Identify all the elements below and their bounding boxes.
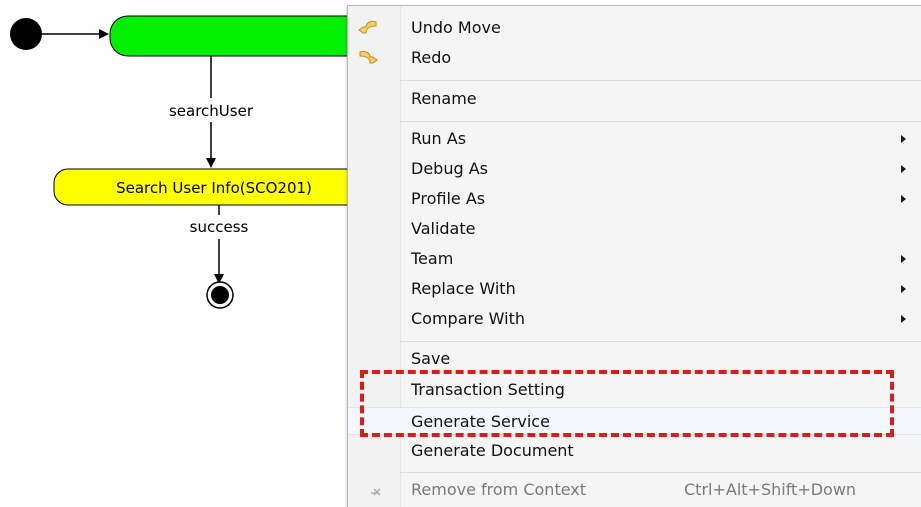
menu-item-replace-with[interactable]: Replace With	[348, 275, 921, 303]
menu-label-remove-from-context: Remove from Context	[411, 480, 587, 499]
submenu-arrow-icon	[901, 195, 906, 203]
submenu-arrow-icon	[901, 255, 906, 263]
menu-item-profile-as[interactable]: Profile As	[348, 185, 921, 213]
menu-label-redo: Redo	[411, 48, 452, 67]
menu-accelerator-remove-from-context: Ctrl+Alt+Shift+Down	[684, 480, 857, 499]
menu-label-generate-document: Generate Document	[411, 441, 574, 460]
menu-label-save: Save	[411, 349, 451, 368]
initial-node[interactable]	[10, 18, 42, 50]
menu-item-generate-document[interactable]: Generate Document	[348, 437, 921, 465]
menu-label-transaction-setting: Transaction Setting	[411, 380, 565, 399]
action-node-green[interactable]	[109, 15, 381, 57]
menu-separator	[400, 80, 921, 81]
menu-item-save[interactable]: Save	[348, 345, 921, 373]
menu-item-redo[interactable]: Redo	[348, 44, 921, 72]
menu-label-debug-as: Debug As	[411, 159, 488, 178]
menu-item-compare-with[interactable]: Compare With	[348, 305, 921, 333]
transition-label-searchuser: searchUser	[169, 102, 254, 120]
menu-label-compare-with: Compare With	[411, 309, 525, 328]
menu-label-undo-move: Undo Move	[411, 18, 501, 37]
menu-label-profile-as: Profile As	[411, 189, 486, 208]
menu-item-debug-as[interactable]: Debug As	[348, 155, 921, 183]
action-node-label-search-user-info: Search User Info(SCO201)	[116, 179, 312, 197]
menu-label-rename: Rename	[411, 89, 477, 108]
menu-separator	[400, 121, 921, 122]
menu-label-generate-service: Generate Service	[411, 412, 550, 431]
menu-item-remove-from-context: Remove from Context Ctrl+Alt+Shift+Down	[348, 476, 921, 504]
submenu-arrow-icon	[901, 135, 906, 143]
menu-item-run-as[interactable]: Run As	[348, 125, 921, 153]
submenu-arrow-icon	[901, 165, 906, 173]
submenu-arrow-icon	[901, 315, 906, 323]
remove-context-icon	[368, 480, 390, 500]
menu-separator	[400, 341, 921, 342]
menu-label-run-as: Run As	[411, 129, 467, 148]
transition-label-success: success	[190, 218, 249, 236]
menu-item-team[interactable]: Team	[348, 245, 921, 273]
menu-item-undo-move[interactable]: Undo Move	[348, 14, 921, 42]
menu-label-replace-with: Replace With	[411, 279, 516, 298]
menu-item-generate-service[interactable]: Generate Service	[348, 407, 921, 435]
menu-label-team: Team	[411, 249, 454, 268]
menu-item-validate[interactable]: Validate	[348, 215, 921, 243]
menu-item-transaction-setting[interactable]: Transaction Setting	[348, 376, 921, 404]
final-node[interactable]	[206, 281, 234, 309]
submenu-arrow-icon	[901, 285, 906, 293]
menu-label-validate: Validate	[411, 219, 476, 238]
context-menu: Undo Move Redo Rename Run As Debug As Pr…	[347, 5, 921, 507]
redo-arrow-icon	[357, 48, 379, 68]
menu-separator	[400, 472, 921, 473]
undo-arrow-icon	[357, 18, 379, 38]
menu-item-rename[interactable]: Rename	[348, 85, 921, 113]
